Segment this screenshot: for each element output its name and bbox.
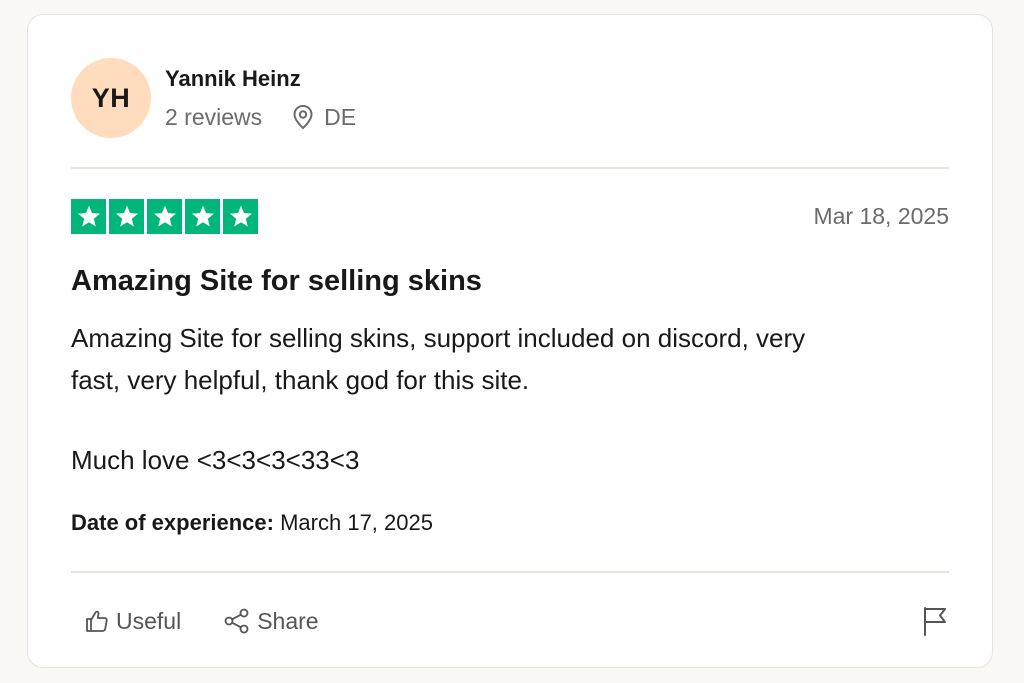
review-actions: Useful Share: [71, 603, 949, 639]
rating-row: Mar 18, 2025: [71, 198, 949, 234]
review-body-line: Much love <3<3<3<33<3: [71, 445, 360, 475]
star-icon: [185, 198, 220, 234]
review-title[interactable]: Amazing Site for selling skins: [71, 263, 482, 299]
reviewer-review-count: 2 reviews: [165, 104, 263, 130]
reviewer-header: YH Yannik Heinz 2 reviews DE: [71, 58, 356, 138]
flag-icon: [924, 607, 946, 636]
date-of-experience: Date of experience: March 17, 2025: [71, 508, 433, 538]
review-body: Amazing Site for selling skins, support …: [71, 317, 949, 481]
reviewer-meta: 2 reviews DE: [165, 103, 356, 131]
star-icon: [147, 198, 182, 234]
avatar[interactable]: YH: [71, 58, 151, 138]
useful-label: Useful: [116, 607, 182, 634]
star-rating: [71, 198, 261, 234]
experience-label: Date of experience:: [71, 510, 274, 535]
header-divider: [71, 167, 949, 169]
reviewer-country: DE: [324, 104, 357, 130]
experience-date: March 17, 2025: [280, 510, 433, 535]
footer-divider: [71, 571, 949, 573]
share-icon: [224, 608, 249, 634]
review-card-content: YH Yannik Heinz 2 reviews DE Mar 18, 202…: [71, 15, 949, 667]
share-button[interactable]: Share: [223, 607, 319, 635]
star-icon: [109, 198, 144, 234]
useful-button[interactable]: Useful: [84, 608, 181, 635]
star-icon: [71, 198, 106, 234]
review-body-line: fast, very helpful, thank god for this s…: [71, 365, 530, 395]
reviewer-info: Yannik Heinz 2 reviews DE: [165, 65, 356, 131]
star-icon: [223, 198, 258, 234]
review-date: Mar 18, 2025: [813, 202, 949, 229]
share-label: Share: [257, 607, 319, 634]
review-body-line: Amazing Site for selling skins, support …: [71, 323, 806, 353]
review-card: YH Yannik Heinz 2 reviews DE Mar 18, 202…: [27, 14, 993, 668]
review-body-spacer: [71, 401, 949, 439]
reviewer-location: DE: [292, 103, 356, 131]
thumbs-up-icon: [86, 610, 108, 632]
report-button[interactable]: [921, 605, 949, 637]
location-pin-icon: [293, 104, 313, 130]
reviewer-name[interactable]: Yannik Heinz: [165, 65, 356, 93]
